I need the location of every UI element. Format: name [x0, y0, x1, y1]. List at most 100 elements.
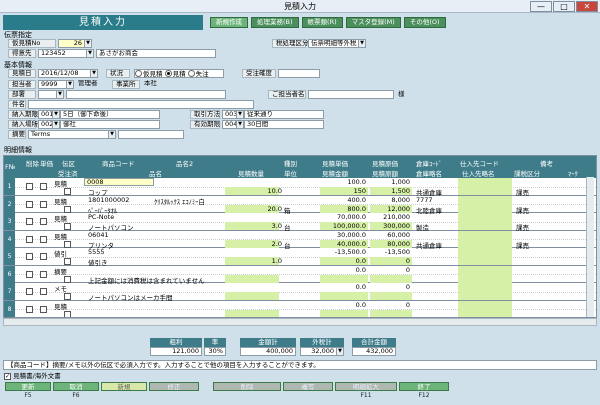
- delivery-code[interactable]: 001 ▼: [38, 110, 60, 119]
- note-input[interactable]: Terms ▼: [28, 130, 116, 139]
- grid-horizontal-scrollbar[interactable]: [3, 318, 597, 326]
- price-value[interactable]: 400.0: [347, 196, 366, 204]
- table-row[interactable]: 5 値引 5555 値引き 1.0 -13,500.0 0.0 -13,500 0: [4, 248, 596, 267]
- product-code[interactable]: 06041: [88, 231, 109, 239]
- tab-new[interactable]: 新規作成: [210, 17, 248, 28]
- dept-name-field[interactable]: [66, 90, 226, 99]
- unitprice-checkbox[interactable]: [40, 288, 47, 295]
- ordered-checkbox[interactable]: [64, 188, 71, 195]
- unitprice-checkbox[interactable]: [40, 253, 47, 260]
- product-code-input[interactable]: 0008: [84, 178, 154, 186]
- kbn-value[interactable]: 見積: [54, 231, 67, 241]
- price-value[interactable]: 70,000.0: [337, 213, 366, 221]
- place-text[interactable]: 御社: [60, 120, 160, 129]
- accuracy-input[interactable]: [278, 69, 320, 78]
- unitprice-checkbox[interactable]: [40, 235, 47, 243]
- costamt-value[interactable]: 1,500: [391, 187, 410, 195]
- tab-reports[interactable]: 帳票類(R): [301, 17, 343, 28]
- grid-vertical-scrollbar[interactable]: [586, 177, 594, 317]
- trade-text[interactable]: 従来通り: [244, 110, 324, 119]
- tab-master[interactable]: マスタ登録(M): [345, 17, 401, 28]
- price-value[interactable]: 0.0: [356, 301, 366, 309]
- fkey-label[interactable]: 終了: [399, 382, 449, 391]
- amount-value[interactable]: 800.0: [347, 205, 366, 213]
- tab-other[interactable]: その他(O): [403, 17, 446, 28]
- radio-lost[interactable]: 失注: [187, 70, 209, 78]
- ordered-checkbox[interactable]: [64, 275, 71, 283]
- unitprice-checkbox[interactable]: [40, 270, 47, 278]
- kbn-value[interactable]: 見積: [54, 178, 67, 188]
- fkey-5[interactable]: 削除: [212, 382, 282, 405]
- amount-value[interactable]: 0.0: [356, 257, 366, 265]
- costamt-value[interactable]: 0: [406, 257, 410, 265]
- radio-provisional[interactable]: 仮見積: [135, 70, 163, 78]
- fkey-3[interactable]: 新規: [100, 382, 148, 405]
- unitprice-checkbox[interactable]: [40, 183, 47, 190]
- ordered-checkbox[interactable]: [64, 310, 71, 317]
- cost-value[interactable]: 60,000: [387, 231, 410, 239]
- table-row[interactable]: 2 見積 1801000002 ｸﾘｽﾀﾙｯｸｽ ｴｺﾉﾐｰ白 ﾍﾟｰﾊﾟｰﾀｵﾙ 20.…: [4, 195, 596, 215]
- fkey-label[interactable]: 更新: [5, 382, 51, 391]
- costamt-value[interactable]: 300,000: [383, 222, 410, 230]
- fkey-7[interactable]: 明細拡大 F11: [334, 382, 398, 405]
- fkey-label[interactable]: 複写: [283, 382, 333, 391]
- costamt-value[interactable]: 80,000: [387, 240, 410, 248]
- ordered-checkbox[interactable]: [64, 258, 71, 265]
- product-code[interactable]: 5555: [88, 248, 105, 256]
- delete-checkbox[interactable]: [26, 218, 33, 225]
- kbn-value[interactable]: 見積: [54, 196, 67, 206]
- staff-code-input[interactable]: 9999 ▼: [38, 80, 74, 89]
- cost-value[interactable]: 210,000: [383, 213, 410, 221]
- price-value[interactable]: 100.0: [347, 178, 366, 186]
- valid-code[interactable]: 004 ▼: [222, 120, 244, 129]
- delete-checkbox[interactable]: [26, 235, 33, 243]
- table-row[interactable]: 7 メモ ノートパソコンはメーカ手間 0.0 0: [4, 283, 596, 302]
- minimize-icon[interactable]: —: [530, 1, 552, 12]
- fkey-label[interactable]: 取消: [53, 382, 99, 391]
- fkey-2[interactable]: 取消 F6: [52, 382, 100, 405]
- price-value[interactable]: 0.0: [356, 266, 366, 274]
- qty-value[interactable]: 3.0: [272, 222, 282, 230]
- fkey-label[interactable]: 新規: [101, 382, 147, 391]
- contact-input[interactable]: [308, 90, 394, 99]
- delete-checkbox[interactable]: [26, 305, 33, 313]
- ordered-checkbox[interactable]: [64, 240, 71, 248]
- price-value[interactable]: 0.0: [356, 283, 366, 291]
- ordered-checkbox[interactable]: [64, 293, 71, 300]
- qty-value[interactable]: 10.0: [268, 187, 282, 195]
- fkey-8[interactable]: 終了 F12: [398, 382, 450, 405]
- price-value[interactable]: -13,500.0: [335, 248, 366, 256]
- tax-select[interactable]: 伝票明細等外税 ▼: [308, 39, 366, 48]
- price-value[interactable]: 30,000.0: [337, 231, 366, 239]
- qty-value[interactable]: 2.0: [272, 240, 282, 248]
- cost-value[interactable]: 8,000: [391, 196, 410, 204]
- costamt-value[interactable]: 12,000: [387, 205, 410, 213]
- subject-input[interactable]: [28, 100, 254, 109]
- kbn-value[interactable]: 摘要: [54, 266, 67, 276]
- fkey-1[interactable]: 更新 F5: [4, 382, 52, 405]
- fkey-label[interactable]: 削除: [213, 382, 281, 391]
- radio-estimate[interactable]: 見積: [164, 70, 186, 78]
- kbn-value[interactable]: メモ: [54, 283, 67, 293]
- fkey-4[interactable]: 修正: [148, 382, 200, 405]
- valid-text[interactable]: 30日間: [244, 120, 324, 129]
- delete-checkbox[interactable]: [26, 183, 33, 190]
- place-code[interactable]: 002 ▼: [38, 120, 60, 129]
- amount-value[interactable]: 150: [354, 187, 366, 195]
- kbn-value[interactable]: 見積: [54, 213, 67, 223]
- unitprice-checkbox[interactable]: [40, 200, 47, 208]
- dept-code-input[interactable]: ▼: [38, 90, 64, 99]
- delete-checkbox[interactable]: [26, 253, 33, 260]
- delete-checkbox[interactable]: [26, 270, 33, 278]
- product-code[interactable]: PC-Note: [88, 213, 114, 221]
- unitprice-checkbox[interactable]: [40, 305, 47, 313]
- table-row[interactable]: 4 見積 06041 プリンタ 2.0 台 30,000.0 40,000.0 60,000 80…: [4, 230, 596, 250]
- fkey-label[interactable]: 明細拡大: [335, 382, 397, 391]
- est-no-input[interactable]: 26 ▼: [58, 39, 92, 48]
- product-name2[interactable]: ｸﾘｽﾀﾙｯｸｽ ｴｺﾉﾐｰ白: [154, 196, 205, 206]
- table-row[interactable]: 1 見積 0008 コップ 10.0 100.0 150 1,000 1,500 共通倉庫 課売: [4, 178, 596, 197]
- customer-code-input[interactable]: 123452 ▼: [38, 49, 94, 58]
- ordered-checkbox[interactable]: [64, 223, 71, 230]
- ordered-checkbox[interactable]: [64, 205, 71, 213]
- qty-value[interactable]: 1.0: [272, 257, 282, 265]
